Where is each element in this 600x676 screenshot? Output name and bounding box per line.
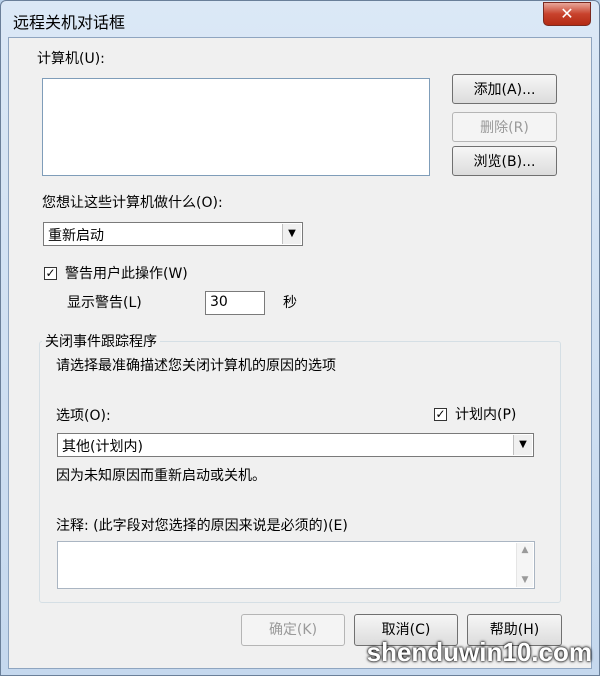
seconds-unit-label: 秒 [283,295,297,311]
event-tracker-legend: 关闭事件跟踪程序 [42,331,160,351]
warning-seconds-input[interactable]: 30 [205,291,265,315]
action-select[interactable]: 重新启动 ▼ [43,222,303,246]
planned-checkbox-label: 计划内(P) [455,407,517,423]
close-button[interactable]: ✕ [543,2,591,26]
add-button[interactable]: 添加(A)... [452,74,557,104]
comment-scrollbar[interactable]: ▲ ▼ [516,543,533,587]
remove-button[interactable]: 删除(R) [452,112,557,142]
reason-description: 因为未知原因而重新启动或关机。 [56,468,266,484]
action-select-value: 重新启动 [48,228,104,244]
reason-select-value: 其他(计划内) [62,439,143,455]
browse-button[interactable]: 浏览(B)... [452,146,557,176]
option-label: 选项(O): [56,408,111,424]
chevron-down-icon[interactable]: ▼ [282,224,301,244]
reason-select[interactable]: 其他(计划内) ▼ [57,433,534,457]
action-label: 您想让这些计算机做什么(O): [42,195,223,211]
site-watermark: shenduwin10.com [366,637,592,667]
window-title: 远程关机对话框 [13,13,126,32]
warning-seconds-value: 30 [210,294,228,310]
scroll-down-icon[interactable]: ▼ [517,575,533,585]
title-bar[interactable]: 远程关机对话框 ✕ [1,1,599,37]
computers-list[interactable] [42,78,430,176]
computers-label: 计算机(U): [37,51,105,67]
warn-checkbox-label: 警告用户此操作(W) [65,266,188,282]
ok-button[interactable]: 确定(K) [241,614,345,646]
comment-label: 注释: (此字段对您选择的原因来说是必须的)(E) [56,518,348,534]
display-warning-label: 显示警告(L) [67,295,142,311]
remote-shutdown-dialog: 远程关机对话框 ✕ 计算机(U): 添加(A)... 删除(R) 浏览(B)..… [0,0,600,676]
planned-checkbox[interactable]: ✓ [434,408,447,421]
warn-checkbox[interactable]: ✓ [44,267,57,280]
tracker-instruction: 请选择最准确描述您关闭计算机的原因的选项 [56,358,336,374]
scroll-up-icon[interactable]: ▲ [517,545,533,555]
chevron-down-icon[interactable]: ▼ [513,435,532,455]
comment-textarea[interactable]: ▲ ▼ [57,541,535,589]
dialog-body: 计算机(U): 添加(A)... 删除(R) 浏览(B)... 您想让这些计算机… [8,37,592,669]
